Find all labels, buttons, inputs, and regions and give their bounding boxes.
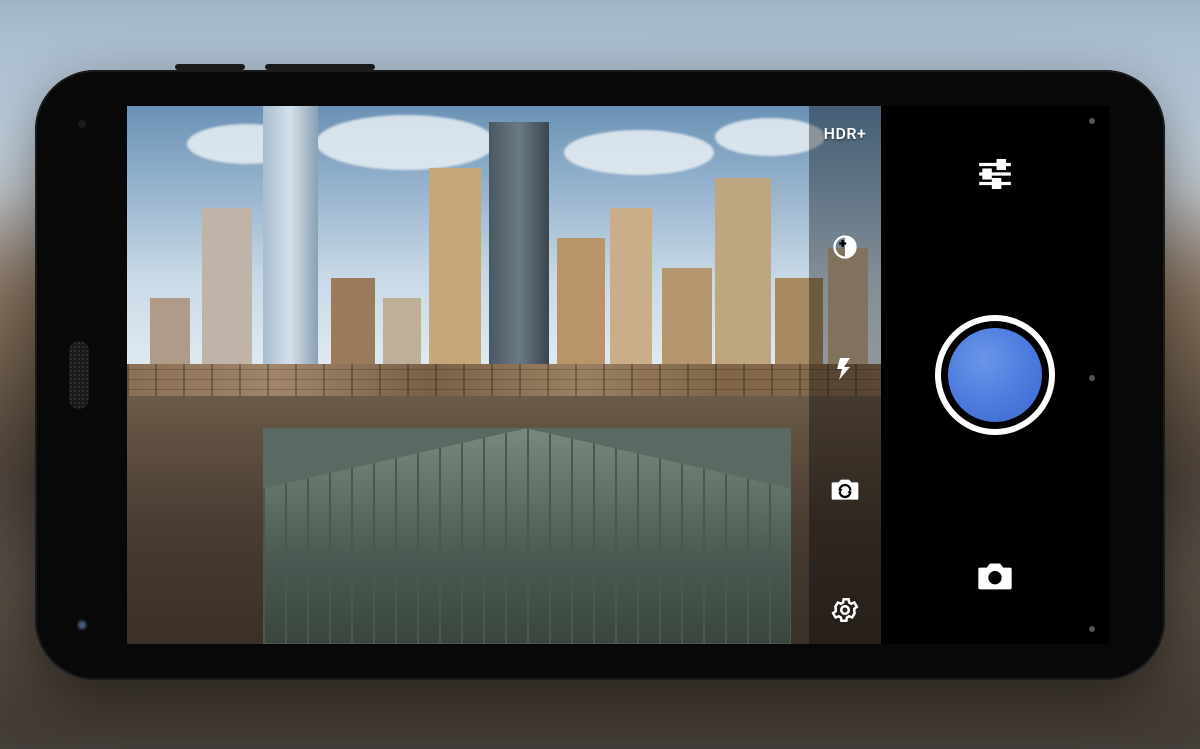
earpiece-speaker (69, 341, 89, 409)
settings-gear-icon[interactable] (829, 594, 861, 626)
shutter-inner (948, 328, 1042, 422)
exposure-icon[interactable] (829, 231, 861, 263)
hdr-toggle[interactable]: HDR+ (824, 124, 867, 143)
camera-app-screen: HDR+ (127, 106, 1109, 644)
tune-sliders-icon[interactable] (975, 154, 1015, 194)
device-volume-button (265, 64, 375, 70)
device-left-bezel (35, 70, 127, 680)
device-power-button (175, 64, 245, 70)
flash-icon[interactable] (829, 352, 861, 384)
shutter-button[interactable] (935, 315, 1055, 435)
camera-viewfinder[interactable]: HDR+ (127, 106, 881, 644)
camera-mode-icon[interactable] (975, 556, 1015, 596)
quick-options-strip: HDR+ (809, 106, 881, 644)
device-right-bezel (1109, 70, 1165, 680)
switch-camera-icon[interactable] (829, 473, 861, 505)
front-camera-lens (75, 618, 89, 632)
capture-control-bar (881, 106, 1109, 644)
proximity-sensor (78, 120, 86, 128)
phone-device-frame: HDR+ (35, 70, 1165, 680)
